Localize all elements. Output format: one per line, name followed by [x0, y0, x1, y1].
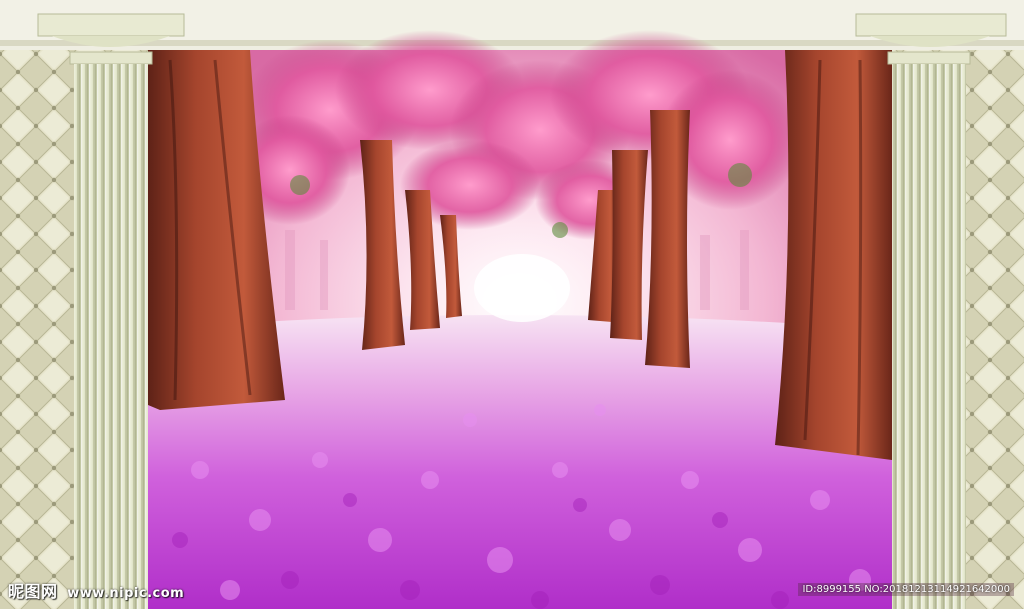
mural-scene: [0, 0, 1024, 609]
watermark-brand: 昵图网: [8, 582, 58, 601]
watermark-left: 昵图网 www.nipic.com: [8, 578, 184, 602]
watermark-image-id: ID:8999155 NO:20181213114921642000: [798, 583, 1014, 596]
mural-svg: [0, 0, 1024, 609]
right-large-trunk: [775, 50, 892, 460]
scene-window: [148, 30, 892, 609]
watermark-url: www.nipic.com: [67, 586, 185, 601]
